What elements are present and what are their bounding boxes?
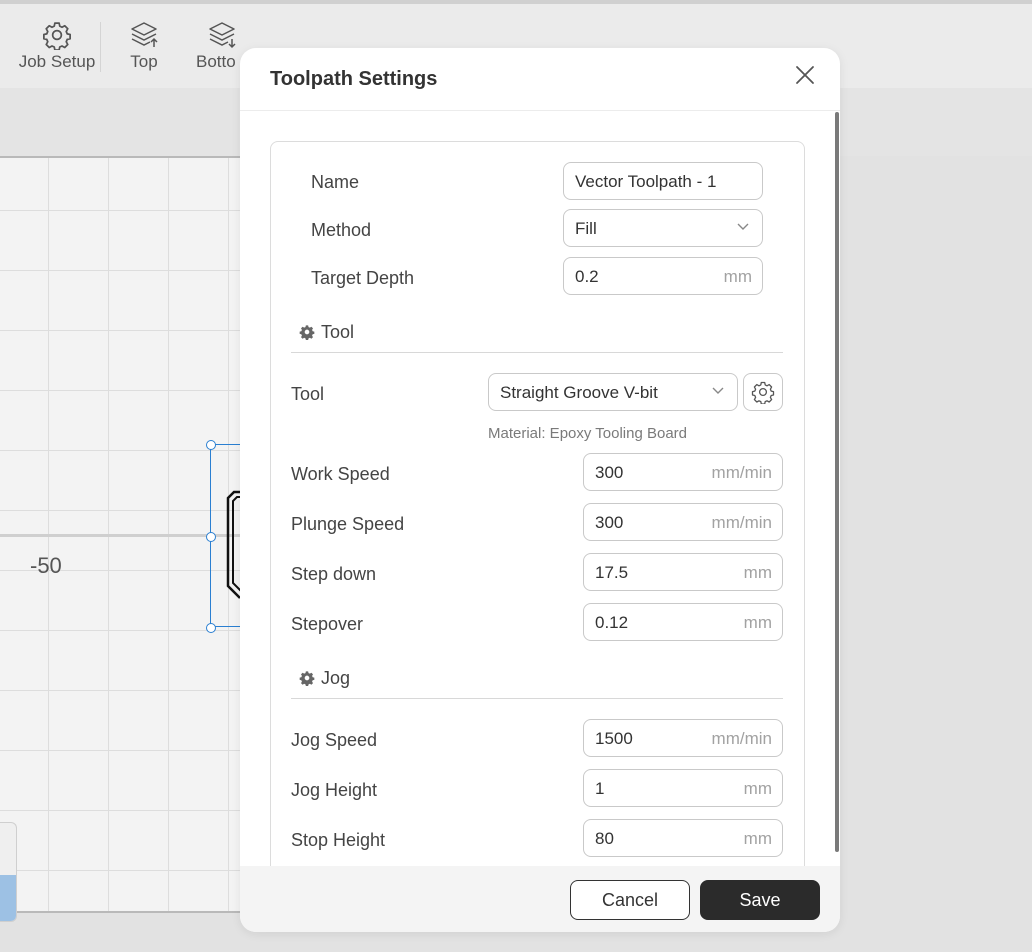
target-depth-value: 0.2 [575, 267, 599, 286]
target-depth-label: Target Depth [311, 268, 415, 288]
side-panel-tab[interactable] [0, 822, 17, 922]
stepover-field[interactable]: 0.12 mm [583, 603, 783, 641]
tool-section-header: Tool [299, 322, 354, 343]
gear-icon [299, 325, 315, 341]
jog-speed-label: Jog Speed [291, 730, 378, 750]
stop-height-unit: mm [743, 829, 772, 848]
plunge-speed-value: 300 [595, 513, 624, 532]
stepover-unit: mm [743, 613, 772, 632]
jog-height-field[interactable]: 1 mm [583, 769, 783, 807]
section-divider [291, 698, 783, 699]
jog-section-label: Jog [321, 668, 351, 688]
tool-settings-button[interactable] [743, 373, 783, 411]
design-canvas[interactable]: -50 [0, 156, 250, 913]
target-depth-field[interactable]: 0.2 mm [563, 257, 763, 295]
stop-height-label: Stop Height [291, 830, 386, 850]
jog-section-header: Jog [299, 668, 350, 689]
tool-value: Straight Groove V-bit [500, 383, 658, 402]
jog-height-unit: mm [743, 779, 772, 798]
name-value: Vector Toolpath - 1 [575, 172, 717, 191]
jog-height-value: 1 [595, 779, 605, 798]
bottom-view-label: Botto [196, 52, 236, 71]
dialog-scrollbar[interactable] [835, 112, 839, 852]
jog-height-label: Jog Height [291, 780, 378, 800]
chevron-down-icon [712, 387, 724, 394]
job-setup-button[interactable]: Job Setup [18, 20, 96, 72]
name-label: Name [311, 172, 360, 192]
job-setup-label: Job Setup [18, 52, 96, 71]
stop-height-field[interactable]: 80 mm [583, 819, 783, 857]
plunge-speed-label: Plunge Speed [291, 514, 405, 534]
work-speed-unit: mm/min [711, 463, 772, 482]
gear-icon [43, 22, 71, 50]
dialog-header: Toolpath Settings [240, 48, 840, 111]
plunge-speed-unit: mm/min [711, 513, 772, 532]
top-view-label: Top [130, 52, 158, 71]
step-down-field[interactable]: 17.5 mm [583, 553, 783, 591]
save-button[interactable]: Save [700, 880, 820, 920]
x-axis-line [0, 534, 240, 537]
tool-label: Tool [291, 384, 325, 404]
work-speed-field[interactable]: 300 mm/min [583, 453, 783, 491]
stepover-label: Stepover [291, 614, 364, 634]
settings-card: Name Vector Toolpath - 1 Method Fill Tar… [270, 141, 805, 866]
top-view-button[interactable]: Top [124, 20, 164, 72]
work-speed-label: Work Speed [291, 464, 390, 484]
stop-height-value: 80 [595, 829, 614, 848]
material-info: Material: Epoxy Tooling Board [488, 425, 687, 442]
tool-select[interactable]: Straight Groove V-bit [488, 373, 738, 411]
jog-speed-field[interactable]: 1500 mm/min [583, 719, 783, 757]
dialog-body[interactable]: Name Vector Toolpath - 1 Method Fill Tar… [240, 111, 840, 866]
step-down-value: 17.5 [595, 563, 629, 582]
selection-handle-top-left[interactable] [206, 440, 216, 450]
plunge-speed-field[interactable]: 300 mm/min [583, 503, 783, 541]
name-field[interactable]: Vector Toolpath - 1 [563, 162, 763, 200]
step-down-unit: mm [743, 563, 772, 582]
tool-section-label: Tool [321, 322, 355, 342]
layers-up-icon [131, 22, 158, 47]
toolpath-settings-dialog: Toolpath Settings Name Vector Toolpath -… [240, 48, 840, 932]
method-label: Method [311, 220, 372, 240]
selection-handle-middle-left[interactable] [206, 532, 216, 542]
cancel-button[interactable]: Cancel [570, 880, 690, 920]
step-down-label: Step down [291, 564, 377, 584]
gear-icon [751, 381, 775, 404]
layers-down-icon [209, 22, 236, 49]
axis-label: -50 [30, 553, 62, 578]
bottom-view-button[interactable]: Botto [196, 20, 240, 72]
toolbar-divider [100, 22, 101, 72]
section-divider [291, 352, 783, 353]
method-value: Fill [575, 219, 597, 238]
selection-handle-bottom-left[interactable] [206, 623, 216, 633]
target-depth-unit: mm [723, 267, 752, 286]
gear-icon [299, 671, 315, 687]
jog-speed-value: 1500 [595, 729, 633, 748]
dialog-footer: Cancel Save [240, 866, 840, 932]
method-select[interactable]: Fill [563, 209, 763, 247]
chevron-down-icon [737, 223, 749, 230]
dialog-title: Toolpath Settings [270, 68, 438, 90]
stepover-value: 0.12 [595, 613, 629, 632]
close-icon[interactable] [792, 62, 818, 88]
work-speed-value: 300 [595, 463, 624, 482]
workspace-background [840, 156, 1032, 952]
jog-speed-unit: mm/min [711, 729, 772, 748]
